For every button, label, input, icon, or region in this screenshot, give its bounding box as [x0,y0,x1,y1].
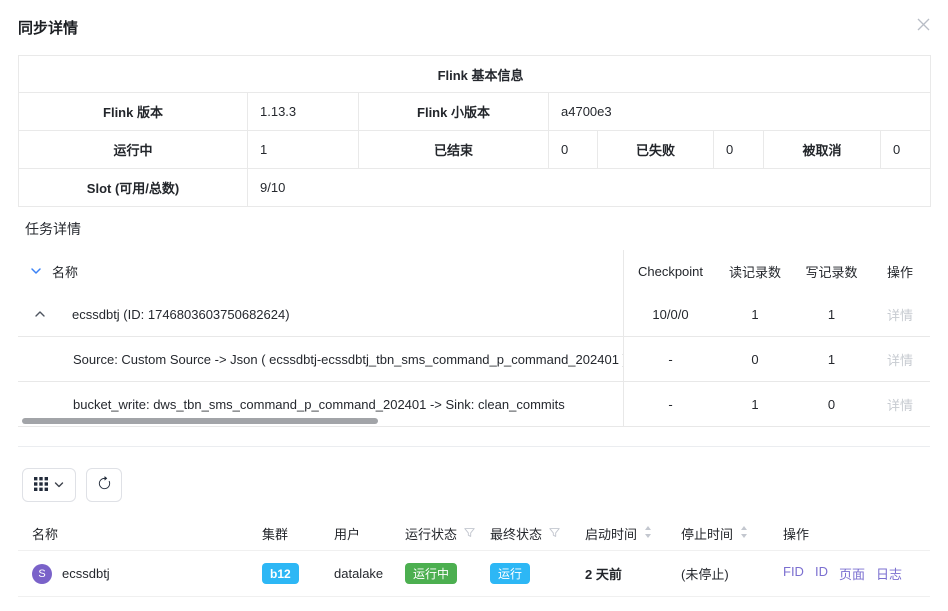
task-read-count: 1 [717,292,793,336]
task-read-count: 1 [717,382,793,426]
chevron-down-icon [54,478,64,493]
slot-label: Slot (可用/总数) [19,169,248,207]
stat-canceled-label: 被取消 [764,131,881,169]
task-detail-link[interactable]: 详情 [887,350,913,369]
run-status-badge: 运行中 [405,563,457,584]
grid-view-icon [34,477,48,494]
task-checkpoint: 10/0/0 [623,292,717,336]
jobs-col-start-time: 启动时间 [571,517,667,550]
cluster-tag: b12 [262,563,299,584]
task-col-action: 操作 [870,250,930,292]
final-status-badge: 运行 [490,563,530,584]
toolbar [22,468,122,502]
fid-link[interactable]: FID [783,564,804,583]
jobs-table-header: 名称 集群 用户 运行状态 最终状态 启动时间 停止时间 操作 [18,517,930,551]
task-col-checkpoint: Checkpoint [623,250,717,292]
task-checkpoint: - [623,337,717,381]
id-link[interactable]: ID [815,564,828,583]
refresh-icon [97,476,112,494]
task-name: ecssdbtj (ID: 1746803603750682624) [72,307,290,322]
task-detail-link[interactable]: 详情 [887,395,913,414]
jobs-col-user: 用户 [320,517,391,550]
horizontal-scrollbar[interactable] [22,418,378,424]
stat-running-label: 运行中 [19,131,248,169]
jobs-col-cluster: 集群 [248,517,320,550]
flink-info-table: Flink 基本信息 Flink 版本 1.13.3 Flink 小版本 a47… [18,55,931,207]
job-actions: FID ID 页面 日志 [783,564,902,583]
jobs-col-final-status: 最终状态 [476,517,571,550]
jobs-col-run-status: 运行状态 [391,517,476,550]
flink-minor-label: Flink 小版本 [359,93,549,131]
jobs-col-name: 名称 [18,517,248,550]
stat-failed-value: 0 [714,131,764,169]
task-read-count: 0 [717,337,793,381]
collapse-row-icon[interactable] [34,308,46,320]
table-row: ecssdbtj (ID: 1746803603750682624) 10/0/… [18,292,930,337]
sorter-icon[interactable] [644,525,652,542]
task-col-write: 写记录数 [793,250,870,292]
task-col-name: 名称 [52,262,78,281]
sync-detail-drawer: 同步详情 Flink 基本信息 Flink 版本 1.13.3 Flink 小版… [0,0,948,611]
table-row: Source: Custom Source -> Json ( ecssdbtj… [18,337,930,382]
task-detail-link[interactable]: 详情 [887,305,913,324]
task-write-count: 0 [793,382,870,426]
table-row: S ecssdbtj b12 datalake 运行中 运行 2 天前 (未停止… [18,551,930,597]
job-user: datalake [334,566,383,581]
stat-finished-value: 0 [549,131,598,169]
flink-minor-value: a4700e3 [549,93,931,131]
filter-icon[interactable] [549,526,560,541]
task-name: Source: Custom Source -> Json ( ecssdbtj… [73,352,623,367]
filter-icon[interactable] [464,526,475,541]
task-name: bucket_write: dws_tbn_sms_command_p_comm… [73,397,565,412]
jobs-col-action: 操作 [769,517,930,550]
jobs-col-stop-time: 停止时间 [667,517,769,550]
task-checkpoint: - [623,382,717,426]
flink-version-value: 1.13.3 [248,93,359,131]
job-stop-time: (未停止) [681,564,729,583]
log-link[interactable]: 日志 [876,564,902,583]
stat-running-value: 1 [248,131,359,169]
task-write-count: 1 [793,292,870,336]
stat-finished-label: 已结束 [359,131,549,169]
page-title: 同步详情 [18,17,78,38]
divider [18,446,930,447]
task-col-read: 读记录数 [717,250,793,292]
avatar: S [32,564,52,584]
stat-canceled-value: 0 [881,131,931,169]
column-settings-button[interactable] [22,468,76,502]
close-icon[interactable] [914,15,932,33]
expand-all-icon[interactable] [30,265,42,277]
flink-info-caption: Flink 基本信息 [19,56,931,93]
task-table-header: 名称 Checkpoint 读记录数 写记录数 操作 [18,250,930,292]
slot-value: 9/10 [248,169,931,207]
refresh-button[interactable] [86,468,122,502]
job-name: ecssdbtj [62,566,110,581]
stat-failed-label: 已失败 [598,131,714,169]
task-section-title: 任务详情 [25,219,81,239]
task-table: 名称 Checkpoint 读记录数 写记录数 操作 ecssdbtj (ID:… [18,250,930,427]
flink-version-label: Flink 版本 [19,93,248,131]
task-write-count: 1 [793,337,870,381]
page-link[interactable]: 页面 [839,564,865,583]
sorter-icon[interactable] [740,525,748,542]
job-start-time: 2 天前 [585,564,622,583]
